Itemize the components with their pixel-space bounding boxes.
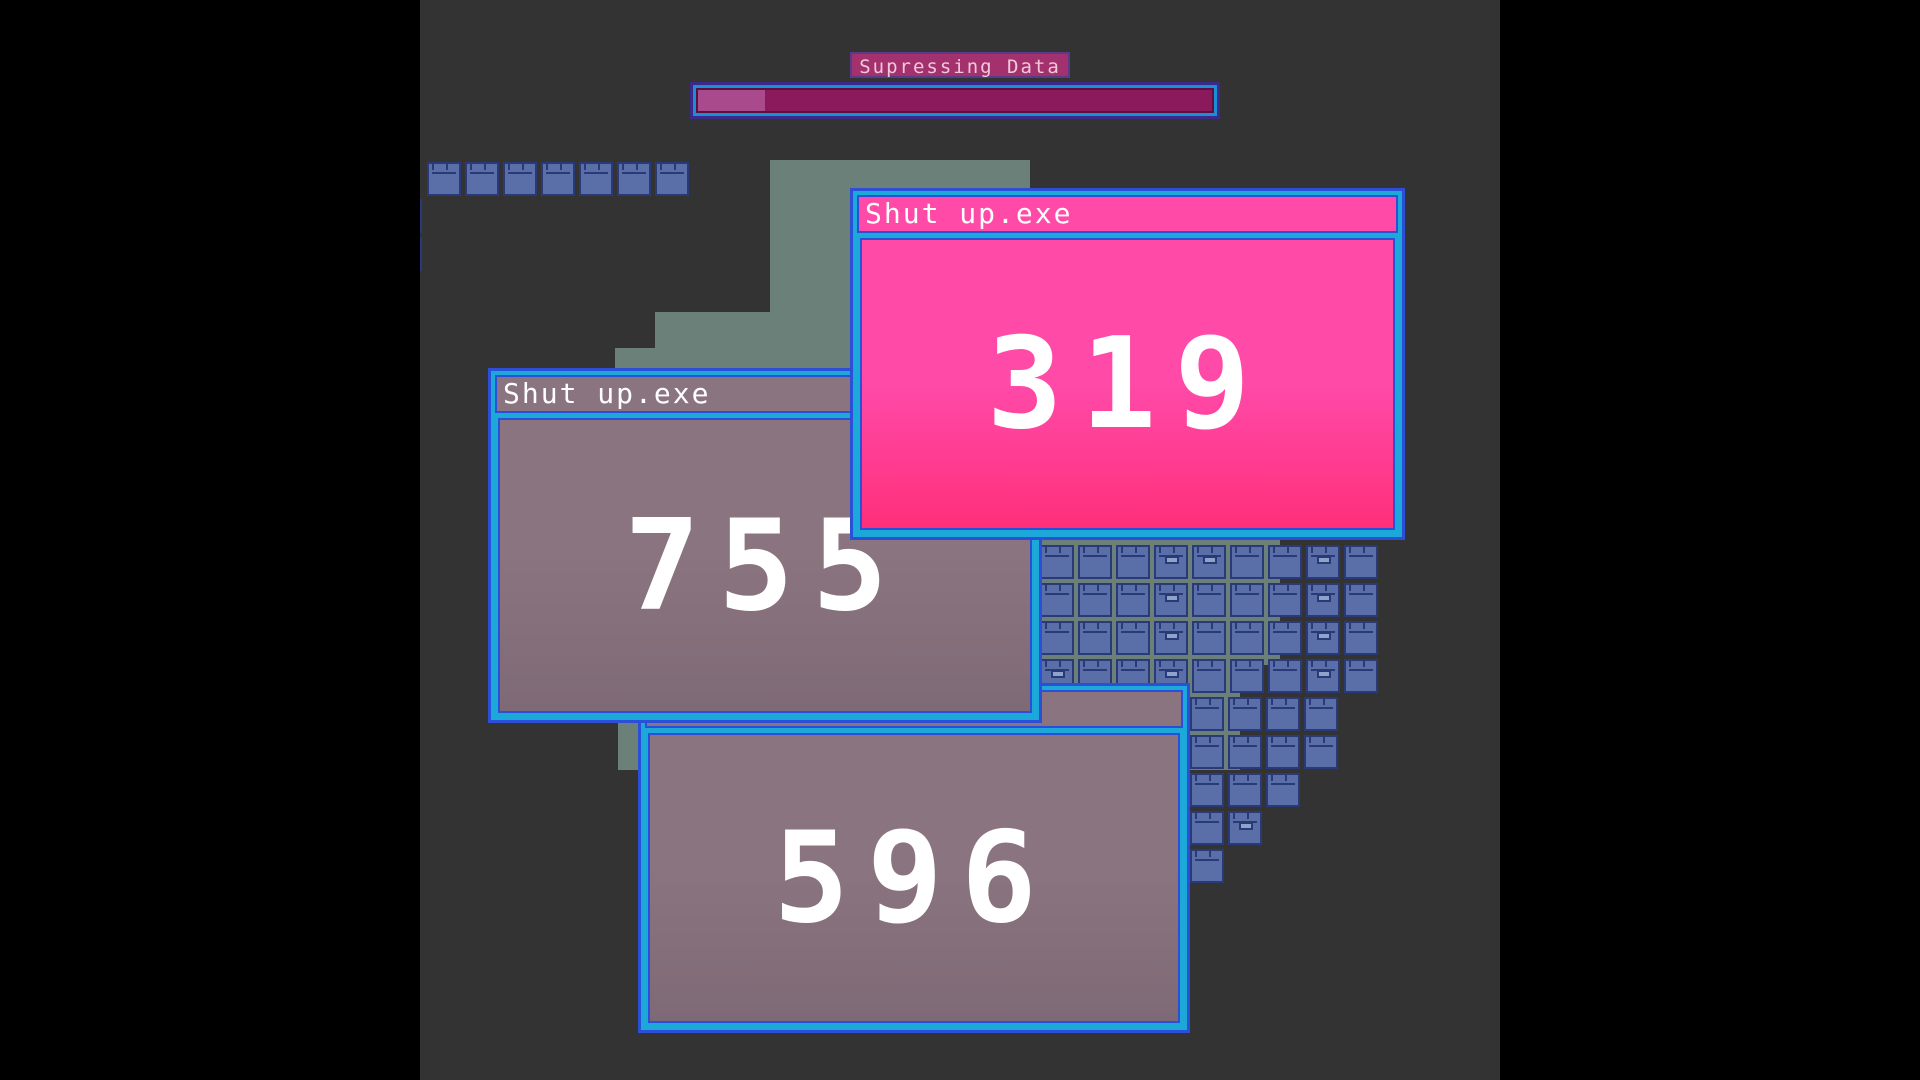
folder-icon xyxy=(420,199,422,233)
lock-icon xyxy=(1165,594,1179,602)
folder-icon xyxy=(1192,621,1226,655)
folder-icon xyxy=(1078,583,1112,617)
folder-icon xyxy=(1190,697,1224,731)
lock-icon xyxy=(1165,670,1179,678)
folder-icon xyxy=(1116,545,1150,579)
lock-icon xyxy=(1317,632,1331,640)
lock-icon xyxy=(1051,670,1065,678)
folder-icon xyxy=(1344,659,1378,693)
lock-icon xyxy=(1317,670,1331,678)
folder-icon xyxy=(1266,735,1300,769)
lock-icon xyxy=(1165,632,1179,640)
folder-icon xyxy=(1304,697,1338,731)
window-319[interactable]: Shut up.exe 319 xyxy=(850,188,1405,540)
folder-icon xyxy=(1116,583,1150,617)
folder-icon xyxy=(1190,773,1224,807)
folder-icon xyxy=(420,237,422,271)
progress-track xyxy=(696,88,1214,113)
folder-icon xyxy=(1078,621,1112,655)
locked-folder-icon xyxy=(1306,621,1340,655)
game-stage: Supressing Data 596 Shut up.exe 755 Shut… xyxy=(420,0,1500,1080)
folder-icon xyxy=(1192,583,1226,617)
folder-icon xyxy=(503,162,537,196)
folder-icon xyxy=(579,162,613,196)
locked-folder-icon xyxy=(1228,811,1262,845)
locked-folder-icon xyxy=(1306,659,1340,693)
locked-folder-icon xyxy=(1192,545,1226,579)
folder-icon xyxy=(1304,735,1338,769)
folder-icon xyxy=(1268,583,1302,617)
folder-icon xyxy=(1268,621,1302,655)
folder-icon xyxy=(1344,545,1378,579)
locked-folder-icon xyxy=(1154,583,1188,617)
folder-icon xyxy=(1190,735,1224,769)
folder-icon xyxy=(1268,545,1302,579)
window-596-number: 596 xyxy=(773,804,1055,951)
window-319-body[interactable]: 319 xyxy=(860,238,1395,530)
folder-icon xyxy=(1230,545,1264,579)
lock-icon xyxy=(1317,594,1331,602)
folder-icon xyxy=(1268,659,1302,693)
folder-icon xyxy=(1116,621,1150,655)
locked-folder-icon xyxy=(1154,621,1188,655)
folder-icon xyxy=(1192,659,1226,693)
window-596-body[interactable]: 596 xyxy=(648,733,1180,1023)
folder-icon xyxy=(1228,697,1262,731)
folder-icon xyxy=(1266,697,1300,731)
folder-icon xyxy=(1230,583,1264,617)
folder-icon xyxy=(1190,849,1224,883)
folder-icon xyxy=(1228,773,1262,807)
folder-icon xyxy=(541,162,575,196)
folder-icon xyxy=(1230,659,1264,693)
progress-label: Supressing Data xyxy=(850,52,1070,78)
locked-folder-icon xyxy=(1306,583,1340,617)
lock-icon xyxy=(1317,556,1331,564)
progress-fill xyxy=(698,90,765,111)
locked-folder-icon xyxy=(1306,545,1340,579)
folder-icon xyxy=(1228,735,1262,769)
suppression-progress-bar xyxy=(690,82,1220,119)
folder-icon xyxy=(1040,545,1074,579)
lock-icon xyxy=(1239,822,1253,830)
folder-icon xyxy=(427,162,461,196)
folder-icon xyxy=(655,162,689,196)
folder-icon xyxy=(617,162,651,196)
folder-icon xyxy=(1040,621,1074,655)
lock-icon xyxy=(1165,556,1179,564)
lock-icon xyxy=(1203,556,1217,564)
folder-icon xyxy=(1266,773,1300,807)
folder-icon xyxy=(465,162,499,196)
window-319-number: 319 xyxy=(986,310,1269,457)
folder-icon xyxy=(1078,545,1112,579)
folder-icon xyxy=(1190,811,1224,845)
folder-icon xyxy=(1230,621,1264,655)
window-596[interactable]: 596 xyxy=(638,683,1190,1033)
folder-icon xyxy=(1344,621,1378,655)
folder-icon xyxy=(1040,583,1074,617)
locked-folder-icon xyxy=(1154,545,1188,579)
window-319-title[interactable]: Shut up.exe xyxy=(857,195,1398,233)
folder-icon xyxy=(1344,583,1378,617)
